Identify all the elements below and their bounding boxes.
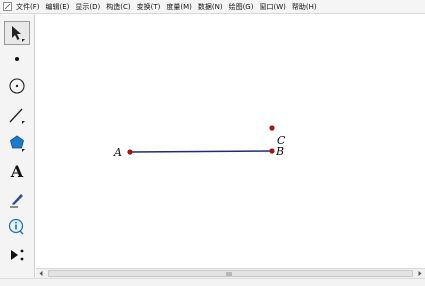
menu-display[interactable]: 显示(D) xyxy=(75,0,100,14)
horizontal-scrollbar[interactable] xyxy=(36,268,425,278)
custom-tools-icon xyxy=(11,249,24,261)
menu-graph[interactable]: 绘图(G) xyxy=(229,0,254,14)
marker-tool-icon xyxy=(10,194,23,208)
information-tool[interactable] xyxy=(4,215,30,239)
point-a[interactable] xyxy=(127,149,133,155)
label-c[interactable]: C xyxy=(277,134,286,147)
arrow-select-tool[interactable] xyxy=(4,21,30,45)
polygon-tool-icon xyxy=(10,135,25,152)
text-tool-icon: A xyxy=(10,162,24,181)
menu-measure[interactable]: 度量(M) xyxy=(166,0,192,14)
custom-tools[interactable] xyxy=(4,243,30,267)
scroll-thumb[interactable] xyxy=(48,270,413,277)
text-tool-glyph: A xyxy=(10,162,24,181)
straightedge-tool-icon xyxy=(9,108,25,124)
menu-transform[interactable]: 变换(T) xyxy=(137,0,161,14)
point-c[interactable] xyxy=(269,125,275,131)
menu-file[interactable]: 文件(F) xyxy=(16,0,40,14)
scroll-grip-icon xyxy=(226,272,232,276)
menu-bar: 文件(F) 编辑(E) 显示(D) 构造(C) 变换(T) 度量(M) 数据(N… xyxy=(0,0,425,14)
point-b[interactable] xyxy=(269,148,275,154)
scroll-right-icon[interactable] xyxy=(417,270,423,277)
label-a[interactable]: A xyxy=(113,146,122,159)
point-tool-icon xyxy=(15,57,19,61)
information-tool-icon xyxy=(8,218,24,235)
app-system-icon[interactable] xyxy=(3,2,12,11)
marker-tool[interactable] xyxy=(4,187,30,211)
compass-tool[interactable] xyxy=(4,74,30,98)
menu-data[interactable]: 数据(N) xyxy=(198,0,223,14)
scroll-left-icon[interactable] xyxy=(38,270,44,277)
text-tool[interactable]: A xyxy=(4,159,30,183)
menu-edit[interactable]: 编辑(E) xyxy=(46,0,70,14)
segment-ab[interactable] xyxy=(129,150,273,153)
arrow-select-icon xyxy=(12,26,25,42)
sketch-canvas[interactable]: A B C xyxy=(36,15,425,267)
toolbox: A xyxy=(0,15,35,286)
straightedge-tool[interactable] xyxy=(4,103,30,127)
menu-window[interactable]: 窗口(W) xyxy=(259,0,285,14)
compass-tool-icon xyxy=(9,78,25,94)
point-tool[interactable] xyxy=(4,47,30,71)
menu-help[interactable]: 帮助(H) xyxy=(292,0,317,14)
status-bar xyxy=(0,278,425,286)
sketch-drawing: A B C xyxy=(113,125,286,159)
polygon-tool[interactable] xyxy=(4,131,30,155)
sketchpad-window: 文件(F) 编辑(E) 显示(D) 构造(C) 变换(T) 度量(M) 数据(N… xyxy=(0,0,425,286)
menu-items: 文件(F) 编辑(E) 显示(D) 构造(C) 变换(T) 度量(M) 数据(N… xyxy=(16,0,323,14)
menu-construct[interactable]: 构造(C) xyxy=(106,0,130,14)
